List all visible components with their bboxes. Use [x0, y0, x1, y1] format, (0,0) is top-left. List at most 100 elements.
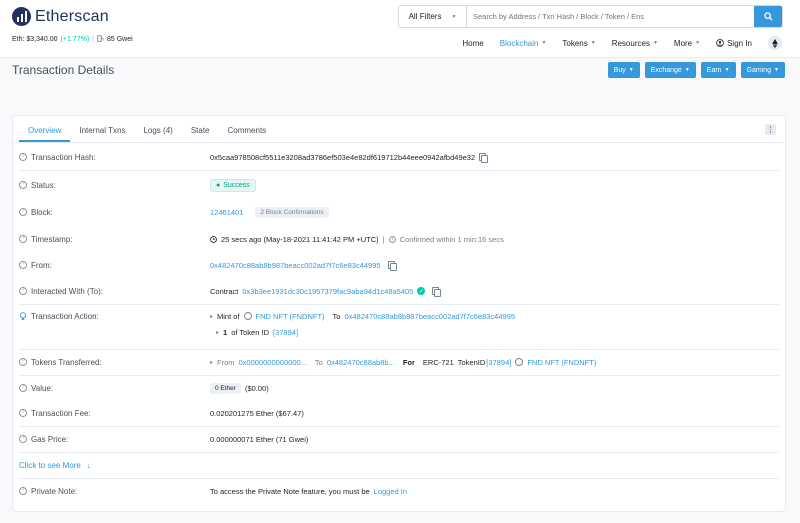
caret-right-icon: ▸ — [210, 359, 214, 366]
token-id-line: ▸ 1 of Token ID [37894] — [216, 328, 298, 337]
token-transfer-line: ▸ From 0x0000000000000... To 0x482470c88… — [210, 358, 596, 367]
action-mint-line: ▸ Mint of FND NFT (FNDNFT) To 0x482470c8… — [210, 312, 515, 321]
tf-to-address-link[interactable]: 0x482470c88ab8b... — [327, 358, 395, 367]
divider — [19, 426, 779, 427]
logged-in-link[interactable]: Logged In — [374, 487, 407, 496]
tab-state[interactable]: State — [182, 126, 219, 142]
tab-comments[interactable]: Comments — [219, 126, 276, 142]
tab-logs[interactable]: Logs (4) — [134, 126, 181, 142]
row-timestamp: ? Timestamp: 25 secs ago (May-18-2021 11:… — [19, 232, 777, 246]
chevron-down-icon: ▼ — [724, 67, 730, 73]
page-title: Transaction Details — [12, 63, 115, 77]
gas-price[interactable]: 85 Gwei — [107, 36, 133, 43]
tf-nft-token-link[interactable]: FND NFT (FNDNFT) — [527, 358, 596, 367]
gas-value-group: 0.000000071 Ether (71 Gwei) — [210, 435, 308, 444]
nft-token-link[interactable]: FND NFT (FNDNFT) — [256, 312, 325, 321]
note-label-group: ? Private Note: — [19, 487, 77, 496]
status-label-group: ? Status: — [19, 181, 56, 190]
value-label: Value: — [31, 383, 54, 393]
status-value-group: ● Success — [210, 178, 256, 192]
gaming-button[interactable]: Gaming ▼ — [740, 62, 785, 78]
from-label-group: ? From: — [19, 261, 52, 270]
block-number-link[interactable]: 12461401 — [210, 208, 243, 217]
buy-button[interactable]: Buy ▼ — [607, 62, 640, 78]
status-text: Success — [223, 181, 250, 189]
row-tokens-transferred: ? Tokens Transferred: ▸ From 0x0000000000… — [19, 355, 777, 369]
help-icon[interactable]: ? — [19, 487, 27, 495]
help-icon[interactable]: ? — [19, 261, 27, 269]
search-input[interactable] — [467, 6, 754, 27]
value-ether-badge: 0 Ether — [210, 382, 241, 394]
row-transaction-fee: ? Transaction Fee: 0.020201275 Ether ($67… — [19, 406, 777, 420]
search-filter-select[interactable]: All Filters ▼ — [399, 6, 467, 27]
help-icon[interactable]: ? — [19, 384, 27, 392]
of-token-id-text: of Token ID — [231, 327, 269, 337]
gaming-button-label: Gaming — [746, 66, 772, 74]
main-nav: Home Blockchain ▼ Tokens ▼ Resources ▼ More… — [462, 36, 782, 50]
eth-price[interactable]: Eth: $3,340.00 — [12, 36, 58, 43]
pipe-separator: | — [382, 234, 385, 244]
token-id-link[interactable]: [37894] — [273, 328, 298, 337]
tab-overview[interactable]: Overview — [19, 126, 71, 142]
help-icon[interactable]: ? — [19, 435, 27, 443]
ethereum-network-icon[interactable] — [768, 36, 782, 50]
to-label-group: ? Interacted With (To): — [19, 287, 103, 296]
help-icon[interactable]: ? — [19, 181, 27, 189]
copy-icon[interactable] — [479, 153, 489, 163]
row-block: ? Block: 12461401 2 Block Confirmations — [19, 205, 777, 219]
confirmation-time: Confirmed within 1 min:16 secs — [399, 234, 504, 244]
search-button[interactable] — [754, 6, 782, 27]
nft-token-icon — [243, 312, 252, 320]
divider — [19, 349, 779, 350]
tab-internal-txns[interactable]: Internal Txns — [70, 126, 134, 142]
help-icon[interactable]: ? — [19, 358, 27, 366]
note-label: Private Note: — [31, 486, 78, 496]
chevron-down-icon: ▼ — [541, 40, 547, 46]
transaction-hash: 0x5caa978508cf5511e3208ad3786ef503e4e82d… — [210, 152, 476, 162]
copy-icon[interactable] — [432, 287, 442, 297]
copy-icon[interactable] — [387, 261, 397, 271]
nav-tokens[interactable]: Tokens ▼ — [562, 39, 595, 48]
see-more-link[interactable]: Click to see More ↓ — [19, 461, 91, 470]
check-circle-icon: ● — [216, 181, 221, 189]
hash-label: Transaction Hash: — [31, 152, 96, 162]
nft-token-icon — [515, 358, 524, 366]
nav-blockchain-label: Blockchain — [499, 38, 539, 48]
nav-home[interactable]: Home — [462, 39, 483, 48]
gas-label-group: ? Gas Price: — [19, 435, 68, 444]
nav-more[interactable]: More ▼ — [674, 39, 700, 48]
row-from: ? From: 0x482470c88ab8b987beacc002ad7f7c6… — [19, 258, 777, 272]
divider — [19, 478, 779, 479]
contract-address-link[interactable]: 0x3b3ee1931dc30c1957379fac9aba94d1c48a54… — [242, 287, 413, 296]
gas-value: 0.000000071 Ether (71 Gwei) — [210, 434, 309, 444]
row-status: ? Status: ● Success — [19, 178, 777, 192]
exchange-button[interactable]: Exchange ▼ — [644, 62, 696, 78]
help-icon[interactable]: ? — [19, 208, 27, 216]
to-value-group: Contract 0x3b3ee1931dc30c1957379fac9aba9… — [210, 287, 442, 297]
help-icon[interactable]: ? — [19, 153, 27, 161]
from-label: From: — [31, 260, 52, 270]
mint-to-address-link[interactable]: 0x482470c88ab8b987beacc002ad7f7c6e83c449… — [344, 312, 515, 321]
action-label-group: Transaction Action: — [19, 312, 99, 321]
tf-from-address-link[interactable]: 0x0000000000000... — [239, 358, 307, 367]
more-options-icon[interactable] — [765, 124, 776, 135]
ticker-separator: | — [92, 36, 94, 43]
search-icon — [763, 12, 773, 21]
verified-check-icon: ✓ — [417, 287, 426, 295]
from-address-link[interactable]: 0x482470c88ab8b987beacc002ad7f7c6e83c449… — [210, 261, 381, 270]
nav-blockchain[interactable]: Blockchain ▼ — [500, 39, 547, 48]
chevron-down-icon: ▼ — [774, 67, 779, 73]
nav-resources[interactable]: Resources ▼ — [612, 39, 658, 48]
etherscan-logo[interactable]: Etherscan — [12, 7, 109, 26]
lightbulb-icon[interactable] — [19, 311, 27, 321]
row-transaction-action: Transaction Action: ▸ Mint of FND NFT (F… — [19, 309, 777, 323]
nav-signin[interactable]: Sign In — [716, 39, 752, 48]
help-icon[interactable]: ? — [19, 235, 27, 243]
gas-pump-icon — [97, 35, 104, 44]
help-icon[interactable]: ? — [19, 409, 27, 417]
help-icon[interactable]: ? — [19, 287, 27, 295]
token-id-word: TokenID — [457, 357, 486, 367]
tf-token-id-link[interactable]: [37894] — [486, 358, 511, 367]
nav-tokens-label: Tokens — [562, 38, 588, 48]
earn-button[interactable]: Earn ▼ — [700, 62, 736, 78]
